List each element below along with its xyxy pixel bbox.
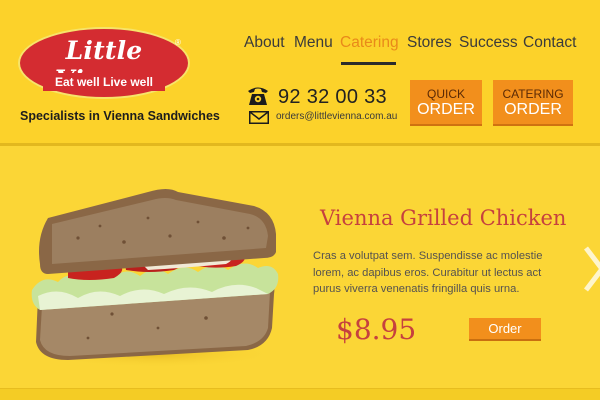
catering-order-button[interactable]: CATERING ORDER	[493, 80, 573, 126]
footer-strip	[0, 388, 600, 400]
quick-order-label-top: QUICK	[426, 87, 465, 101]
brand-logo[interactable]: Little Vienna ® Eat well Live well	[18, 27, 190, 99]
sandwich-photo	[31, 189, 279, 368]
nav-success[interactable]: Success	[459, 34, 518, 52]
envelope-icon	[249, 111, 269, 124]
nav-stores[interactable]: Stores	[407, 34, 452, 52]
phone-number[interactable]: 92 32 00 33	[278, 86, 387, 109]
nav-active-indicator	[341, 62, 396, 65]
quick-order-label-bottom: ORDER	[417, 101, 475, 118]
chevron-right-icon[interactable]	[582, 244, 600, 294]
nav-contact[interactable]: Contact	[523, 34, 576, 52]
quick-order-button[interactable]: QUICK ORDER	[410, 80, 482, 126]
catering-order-label-bottom: ORDER	[504, 101, 562, 118]
catering-order-label-top: CATERING	[502, 87, 564, 101]
site-tagline: Specialists in Vienna Sandwiches	[20, 109, 220, 123]
product-title: Vienna Grilled Chicken	[320, 206, 567, 230]
logo-tagline: Eat well Live well	[43, 73, 165, 91]
order-button[interactable]: Order	[469, 318, 541, 341]
registered-mark: ®	[175, 38, 181, 47]
telephone-icon	[248, 87, 268, 105]
nav-catering[interactable]: Catering	[340, 34, 399, 52]
product-description: Cras a volutpat sem. Suspendisse ac mole…	[313, 250, 543, 295]
nav-about[interactable]: About	[244, 34, 285, 52]
email-link[interactable]: orders@littlevienna.com.au	[276, 111, 397, 122]
nav-menu[interactable]: Menu	[294, 34, 333, 52]
product-price: $8.95	[336, 313, 417, 346]
